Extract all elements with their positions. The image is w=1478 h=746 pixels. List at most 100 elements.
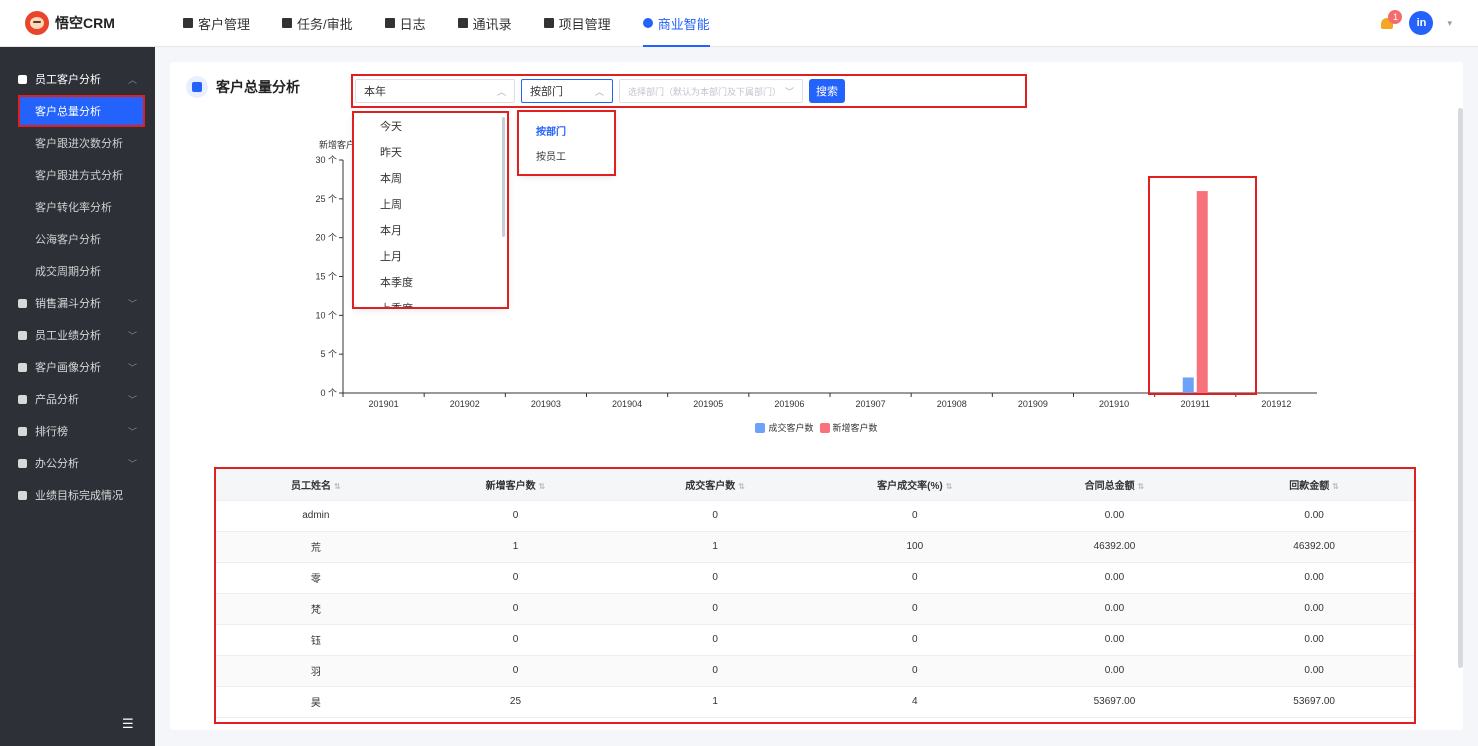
column-header[interactable]: 回款金额 ⇅ [1214,469,1414,501]
column-header[interactable]: 合同总金额 ⇅ [1014,469,1215,501]
sort-icon[interactable]: ⇅ [539,482,546,491]
table-row[interactable]: 荒 1 1 100 46392.00 46392.00 [216,531,1414,563]
table-row[interactable]: 钰 0 0 0 0.00 0.00 [216,624,1414,656]
table-cell: 1 [615,686,815,718]
bar-deals-201911 [1182,377,1194,393]
table-cell: 53697.00 [1214,686,1414,718]
sort-icon[interactable]: ⇅ [1332,482,1339,491]
department-placeholder: 选择部门（默认为本部门及下属部门） [628,86,782,97]
sidebar-item-customer-total[interactable]: 客户总量分析 [18,95,145,127]
contacts-icon [457,18,468,28]
sidebar-item-followup-count[interactable]: 客户跟进次数分析 [0,127,155,159]
table-cell: 0 [415,500,616,532]
grid-icon [186,76,208,98]
legend-item-deals[interactable]: 成交客户数 [755,421,814,434]
dropdown-scrollbar[interactable] [502,117,505,237]
department-select[interactable]: 选择部门（默认为本部门及下属部门） ﹀ [619,79,803,103]
time-option[interactable]: 本季度 [354,269,507,295]
table-cell: 0.00 [1214,624,1414,656]
collapse-sidebar-icon[interactable]: ☰ [122,716,134,732]
sidebar-item-followup-method[interactable]: 客户跟进方式分析 [0,159,155,191]
shield-check-icon [642,18,653,28]
sidebar-item-deal-cycle[interactable]: 成交周期分析 [0,255,155,287]
table-cell: 0 [615,500,815,532]
time-range-value: 本年 [364,86,386,98]
time-option[interactable]: 今天 [354,113,507,139]
time-option[interactable]: 昨天 [354,139,507,165]
time-option[interactable]: 本月 [354,217,507,243]
chevron-down-icon[interactable]: ▾ [1447,18,1452,29]
sort-icon[interactable]: ⇅ [1138,482,1145,491]
app-logo[interactable]: 悟空CRM [0,11,155,35]
table-cell: 0 [615,655,815,687]
table-cell: 昊 [216,686,416,718]
nav-customer-management[interactable]: 客户管理 [167,0,266,47]
table-cell: 53697.00 [1014,686,1215,718]
sidebar-group-product[interactable]: 产品分析 ﹀ [0,383,155,415]
sidebar-item-public-pool[interactable]: 公海客户分析 [0,223,155,255]
bar-chart-icon [18,330,27,340]
chevron-down-icon: ﹀ [784,87,794,97]
nav-business-intelligence[interactable]: 商业智能 [627,0,726,47]
nav-label: 项目管理 [558,16,611,32]
time-range-select[interactable]: 本年 ︿ [355,79,515,103]
nav-contacts[interactable]: 通讯录 [442,0,528,47]
y-tick-label: 30 个 [315,155,337,165]
sidebar-group-employee-performance[interactable]: 员工业绩分析 ﹀ [0,319,155,351]
time-option[interactable]: 上周 [354,191,507,217]
nav-projects[interactable]: 项目管理 [528,0,627,47]
table-cell: 0.00 [1214,655,1414,687]
sidebar-group-customer-profile[interactable]: 客户画像分析 ﹀ [0,351,155,383]
sidebar-group-office[interactable]: 办公分析 ﹀ [0,447,155,479]
page-scrollbar[interactable] [1458,108,1463,668]
search-button[interactable]: 搜索 [809,79,845,103]
time-option[interactable]: 本周 [354,165,507,191]
table-cell: 0.00 [1214,500,1414,532]
time-option[interactable]: 上月 [354,243,507,269]
column-header[interactable]: 新增客户数 ⇅ [415,469,616,501]
sidebar-group-sales-funnel[interactable]: 销售漏斗分析 ﹀ [0,287,155,319]
user-avatar[interactable]: in [1409,11,1434,35]
notification-badge: 1 [1388,10,1403,24]
sort-icon[interactable]: ⇅ [738,482,745,491]
sidebar-group-employee-customer[interactable]: 员工客户分析 ︿ [0,63,155,95]
table-row[interactable]: 梵 0 0 0 0.00 0.00 [216,593,1414,625]
sidebar-group-ranking[interactable]: 排行榜 ﹀ [0,415,155,447]
sidebar-item-conversion-rate[interactable]: 客户转化率分析 [0,191,155,223]
users-icon [18,362,27,372]
app-name: 悟空CRM [55,15,115,31]
sort-icon[interactable]: ⇅ [946,482,953,491]
table-row[interactable]: admin 0 0 0 0.00 0.00 [216,500,1414,532]
sidebar-group-target-completion[interactable]: 业绩目标完成情况 [0,479,155,511]
sort-icon[interactable]: ⇅ [334,482,341,491]
notification-bell-icon[interactable]: 1 [1379,10,1403,31]
column-header[interactable]: 员工姓名 ⇅ [216,469,416,501]
page-title: 客户总量分析 [216,79,300,95]
table-cell: 0.00 [1014,562,1215,594]
group-option-dept[interactable]: 按部门 [519,118,614,143]
table-row[interactable]: 羽 0 0 0 0.00 0.00 [216,655,1414,687]
y-tick-label: 15 个 [315,272,337,282]
time-range-dropdown: 今天 昨天 本周 上周 本月 上月 本季度 上季度 [352,111,509,309]
main-panel: 客户总量分析 本年 ︿ 按部门 ︿ 选择部门（默认为本部门及下属部门） ﹀ 搜索… [170,62,1463,730]
nav-tasks-approval[interactable]: 任务/审批 [266,0,369,47]
nav-logs[interactable]: 日志 [369,0,442,47]
table-cell: 0.00 [1014,624,1215,656]
table-cell: 0 [615,562,815,594]
sidebar-group-label: 销售漏斗分析 [35,298,101,310]
chevron-down-icon: ﹀ [127,458,137,469]
group-by-select[interactable]: 按部门 ︿ [521,79,613,103]
table-row[interactable]: 昊 25 1 4 53697.00 53697.00 [216,686,1414,718]
x-tick-label: 201912 [1261,399,1291,409]
main-nav: 客户管理 任务/审批 日志 通讯录 项目管理 商业智能 [167,0,726,47]
funnel-icon [18,298,27,308]
legend-item-new[interactable]: 新增客户数 [819,421,878,434]
time-option[interactable]: 上季度 [354,295,507,307]
y-tick-label: 0 个 [320,388,337,398]
group-option-employee[interactable]: 按员工 [519,143,614,168]
column-header[interactable]: 客户成交率(%) ⇅ [814,469,1015,501]
table-row[interactable]: 零 0 0 0 0.00 0.00 [216,562,1414,594]
sidebar: 员工客户分析 ︿ 客户总量分析 客户跟进次数分析 客户跟进方式分析 客户转化率分析… [0,47,155,746]
table-cell: 46392.00 [1014,531,1215,563]
column-header[interactable]: 成交客户数 ⇅ [615,469,815,501]
